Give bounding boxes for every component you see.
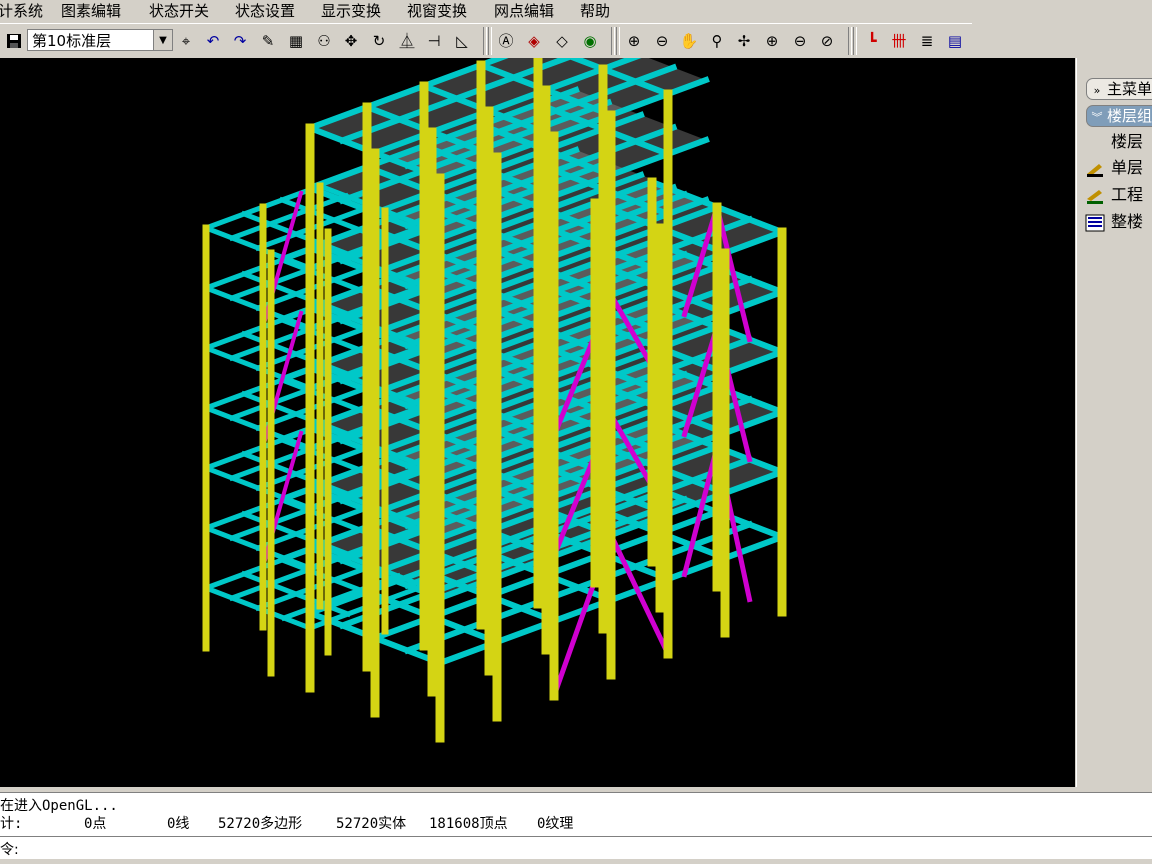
menu-window-transform[interactable]: 视窗变换 [407,1,467,21]
toolbar: 第10标准层 ▼ ⌖ ↶ ↷ ✎ ▦ ⚇ ✥ ↻ ⏅ ⊣ ◺ Ⓐ ◈ ◇ ◉ ⊕… [0,23,972,59]
sidebar: » 主菜单 ︾ 楼层组 楼层 单层 工程 整楼 [1076,58,1152,787]
zoom-previous-icon[interactable]: ⊘ [816,30,838,52]
sidebar-item-whole-building[interactable]: 整楼 [1085,210,1152,234]
stat-lines: 0线 [167,816,190,832]
stat-polygons: 52720多边形 [218,816,303,832]
stats-label: 计: [0,816,23,832]
hammer-icon [1085,187,1107,205]
trim-icon[interactable]: ⊣ [423,30,445,52]
output-panel: 在进入OpenGL... 计: 0点 0线 52720多边形 52720实体 1… [0,792,1152,837]
undo-icon[interactable]: ↶ [202,30,224,52]
hammer-icon [1085,160,1107,178]
solid-box-icon[interactable]: ◈ [523,30,545,52]
mirror-icon[interactable]: ⏅ [396,30,418,52]
building-icon [1085,214,1107,232]
redo-icon[interactable]: ↷ [229,30,251,52]
command-line[interactable]: 令: [0,836,1152,859]
output-line: 在进入OpenGL... [0,798,118,814]
column-icon[interactable]: ┗ [861,30,883,52]
zoom-realtime-icon[interactable]: ⚲ [706,30,728,52]
nodes-icon[interactable]: ⚇ [313,30,335,52]
menu-state-settings[interactable]: 状态设置 [235,1,295,21]
eye-view-icon[interactable]: ◉ [579,30,601,52]
menu-grid-edit[interactable]: 网点编辑 [494,1,554,21]
menu-display-transform[interactable]: 显示变换 [321,1,381,21]
floor-select-value: 第10标准层 [32,32,112,50]
stat-solids: 52720实体 [336,816,407,832]
stat-points: 0点 [84,816,107,832]
pan-icon[interactable]: ✢ [733,30,755,52]
list-icon[interactable]: ≣ [916,30,938,52]
double-chevron-right-icon: » [1093,84,1101,97]
menu-help[interactable]: 帮助 [580,1,610,21]
wire-box-icon[interactable]: ◇ [551,30,573,52]
sidebar-item-project[interactable]: 工程 [1085,183,1152,207]
axis-view-icon[interactable]: Ⓐ [495,30,517,52]
pencil-icon[interactable]: ✎ [257,30,279,52]
floor-select[interactable]: 第10标准层 ▼ [27,29,173,51]
rotate-icon[interactable]: ↻ [368,30,390,52]
zoom-all-icon[interactable]: ⊖ [651,30,673,52]
grid-icon[interactable]: ▦ [285,30,307,52]
pan-hand-icon[interactable]: ✋ [678,30,700,52]
menu-system[interactable]: 计系统 [0,1,43,21]
stat-vertices: 181608顶点 [429,816,508,832]
building-icon[interactable]: ▤ [944,30,966,52]
move-icon[interactable]: ✥ [340,30,362,52]
double-chevron-down-icon: ︾ [1091,111,1103,124]
menu-bar: 计系统 图素编辑 状态开关 状态设置 显示变换 视窗变换 网点编辑 帮助 [0,0,1152,22]
sidebar-item-single-floor[interactable]: 单层 [1085,156,1152,180]
zoom-out-icon[interactable]: ⊖ [789,30,811,52]
main-menu-header[interactable]: » 主菜单 [1086,78,1152,100]
zoom-window-icon[interactable]: ⊕ [623,30,645,52]
menu-state-switch[interactable]: 状态开关 [149,1,209,21]
crosshair-icon[interactable]: ⌖ [175,30,197,52]
menu-graphic-edit[interactable]: 图素编辑 [61,1,121,21]
command-prompt: 令: [0,842,19,858]
stat-textures: 0纹理 [537,816,574,832]
save-icon[interactable] [3,30,25,52]
sidebar-item-floor[interactable]: 楼层 [1085,130,1152,154]
extend-icon[interactable]: ◺ [451,30,473,52]
floor-group-header[interactable]: ︾ 楼层组 [1086,105,1152,127]
opengl-viewport[interactable] [0,58,1075,787]
zoom-in-icon[interactable]: ⊕ [761,30,783,52]
structure-3d-model [202,58,787,743]
chevron-down-icon[interactable]: ▼ [153,30,172,50]
beam-grid-icon[interactable]: 卌 [888,30,910,52]
